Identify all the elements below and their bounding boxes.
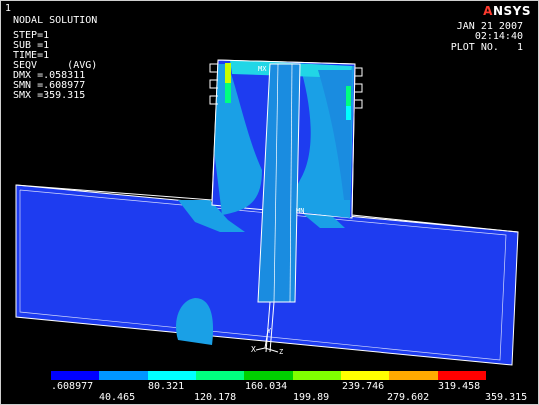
- hotspot-left-yellow: [225, 63, 231, 83]
- plot-title: NODAL SOLUTION: [13, 15, 98, 26]
- legend-label-bottom-5: 359.315: [485, 392, 528, 403]
- hotspot-left-green: [225, 83, 231, 103]
- legend-label-bottom-1: 40.465: [99, 392, 136, 403]
- legend-color-bar: [51, 371, 486, 380]
- header-plot-no: PLOT NO. 1: [450, 42, 523, 53]
- logo-letter-a: A: [483, 4, 493, 18]
- axis-z-line: [264, 347, 279, 353]
- legend-label-top-1: .608977: [51, 381, 94, 392]
- axis-x-line: [255, 347, 266, 351]
- legend-swatch-9: [437, 371, 486, 380]
- legend-label-top-3: 160.034: [245, 381, 288, 392]
- hotspot-right-green: [346, 86, 351, 106]
- legend-swatch-3: [147, 371, 196, 380]
- header-time: 02:14:40: [474, 31, 523, 42]
- ansys-graphics-window: 1 NODAL SOLUTION STEP=1 SUB =1 TIME=1 SE…: [0, 0, 539, 405]
- legend-swatch-2: [99, 371, 148, 380]
- axis-y-label: Y: [267, 327, 272, 335]
- legend-swatch-8: [389, 371, 438, 380]
- legend-swatch-5: [244, 371, 293, 380]
- legend-label-bottom-3: 199.89: [293, 392, 330, 403]
- ansys-logo: ANSYS: [483, 4, 531, 18]
- axis-z-label: Z: [279, 348, 284, 356]
- marker-mn: MN: [296, 207, 305, 215]
- info-smx: SMX =359.315: [13, 90, 86, 101]
- legend-label-top-5: 319.458: [438, 381, 481, 392]
- flange-notch-right: [355, 67, 363, 109]
- legend-label-top-4: 239.746: [342, 381, 385, 392]
- legend-label-bottom-2: 120.178: [194, 392, 237, 403]
- legend-swatch-6: [292, 371, 341, 380]
- axis-x-label: X: [251, 345, 256, 354]
- legend-swatch-4: [195, 371, 245, 380]
- window-number: 1: [5, 3, 12, 14]
- legend-label-top-2: 80.321: [148, 381, 185, 392]
- legend-swatch-1: [51, 371, 100, 380]
- logo-rest: NSYS: [492, 4, 531, 18]
- hotspot-right-cyan: [346, 106, 351, 120]
- legend-label-bottom-4: 279.602: [387, 392, 430, 403]
- marker-mx: MX: [258, 65, 267, 73]
- legend-swatch-7: [340, 371, 390, 380]
